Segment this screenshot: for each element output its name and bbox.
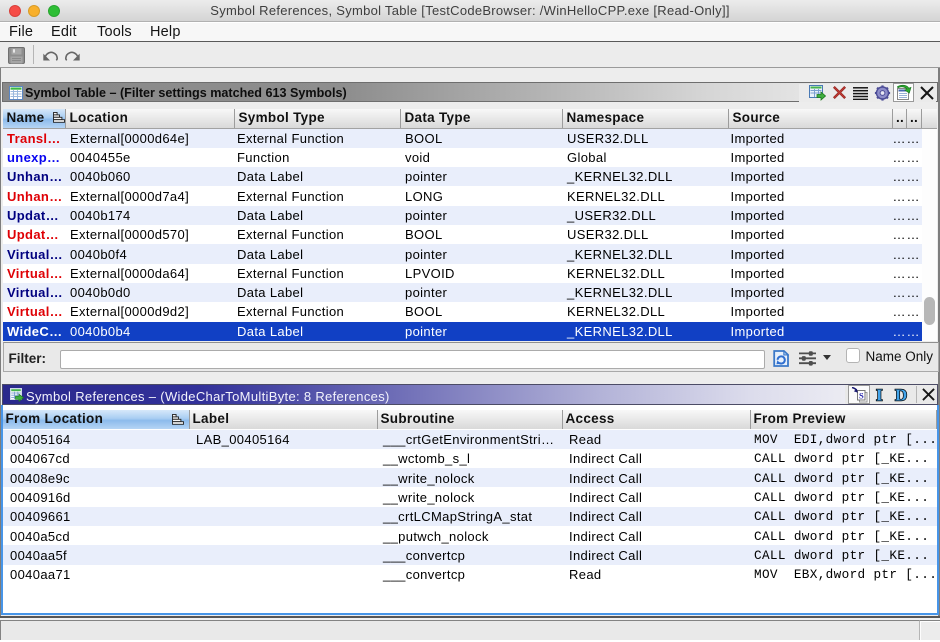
svg-text:S: S xyxy=(859,390,864,400)
svg-text:D: D xyxy=(895,386,907,404)
svg-text:I: I xyxy=(876,386,883,404)
